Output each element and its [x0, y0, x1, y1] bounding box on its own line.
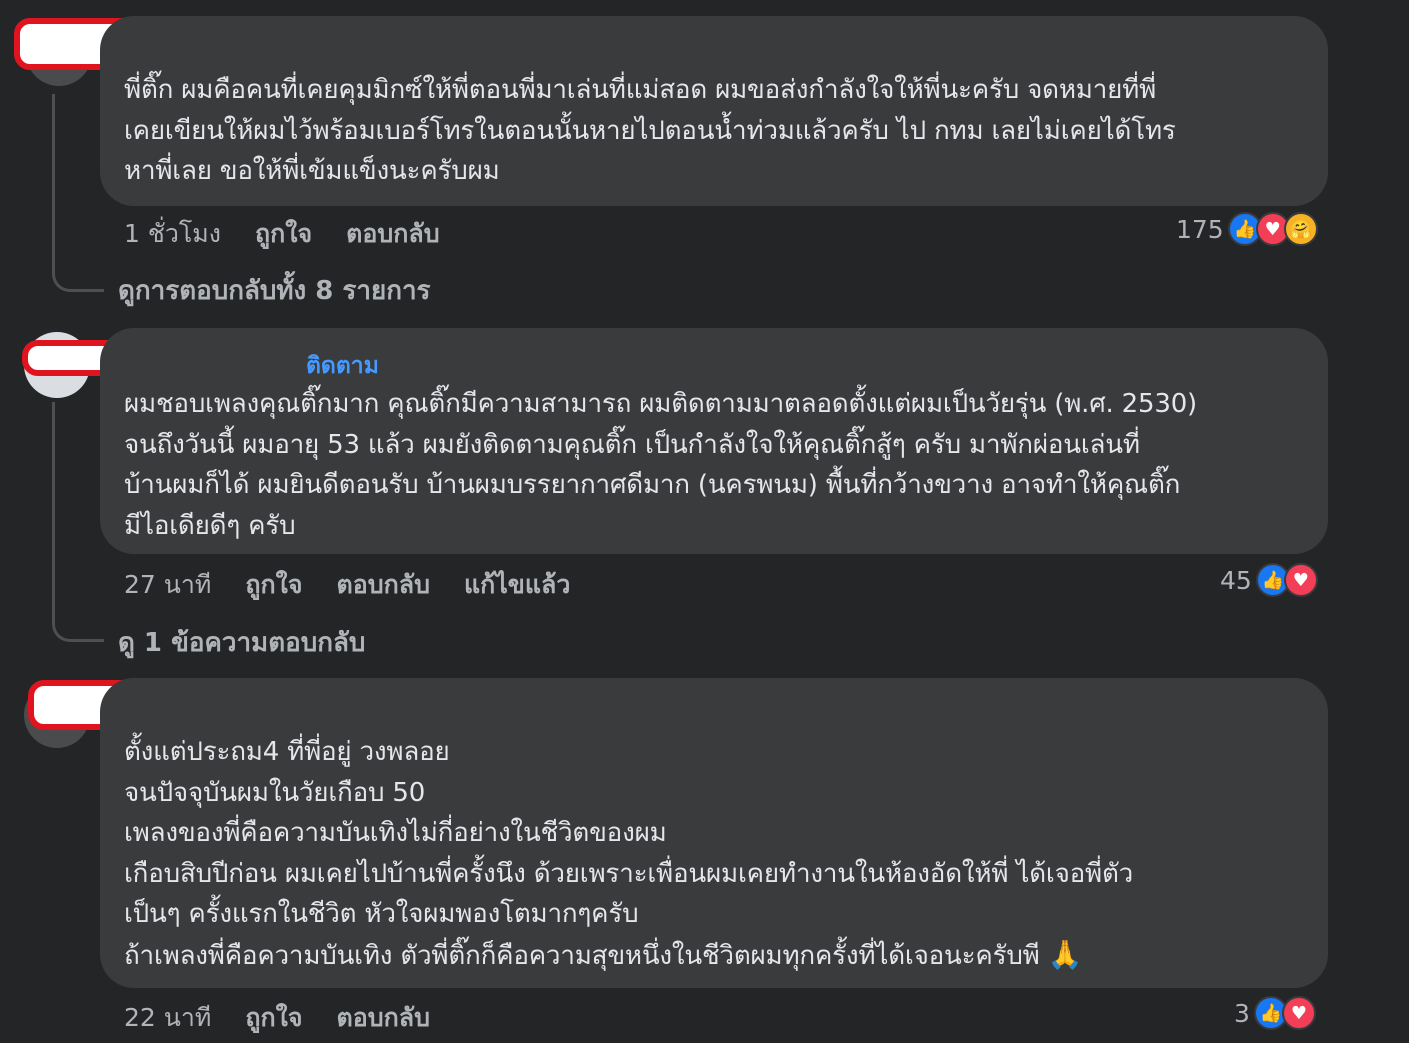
comment-bubble: ตั้งแต่ประถม4 ที่พี่อยู่ วงพลอย จนปัจจุบ… [100, 678, 1328, 988]
love-icon: ♥ [1283, 563, 1318, 597]
reply-button[interactable]: ตอบกลับ [337, 565, 430, 605]
comment-text-content: ตั้งแต่ประถม4 ที่พี่อยู่ วงพลอย จนปัจจุบ… [124, 737, 1134, 971]
comment-timestamp[interactable]: 22 นาที [124, 998, 211, 1038]
edited-label[interactable]: แก้ไขแล้ว [464, 565, 570, 605]
comment-actions: 27 นาที ถูกใจ ตอบกลับ แก้ไขแล้ว [124, 565, 604, 605]
follow-link[interactable]: ติดตาม [306, 348, 379, 384]
reaction-count: 45 [1220, 565, 1252, 595]
thread-connector [52, 94, 104, 292]
reaction-summary[interactable]: 45 👍 ♥ [1220, 563, 1318, 597]
love-icon: ♥ [1281, 996, 1316, 1030]
reaction-summary[interactable]: 3 👍 ♥ [1234, 996, 1316, 1030]
comment-text: ตั้งแต่ประถม4 ที่พี่อยู่ วงพลอย จนปัจจุบ… [124, 732, 1304, 976]
view-replies-link[interactable]: ดู 1 ข้อความตอบกลับ [118, 622, 365, 663]
reaction-count: 3 [1234, 998, 1250, 1028]
comment-bubble: ผมชอบเพลงคุณติ๊กมาก คุณติ๊กมีความสามารถ … [100, 328, 1328, 554]
pray-emoji: 🙏 [1047, 937, 1083, 971]
reaction-summary[interactable]: 175 👍 ♥ 🤗 [1176, 212, 1318, 246]
comment-text: พี่ติ๊ก ผมคือคนที่เคยคุมมิกซ์ให้พี่ตอนพี… [124, 75, 1176, 186]
comment-bubble: พี่ติ๊ก ผมคือคนที่เคยคุมมิกซ์ให้พี่ตอนพี… [100, 16, 1328, 206]
reply-button[interactable]: ตอบกลับ [337, 998, 430, 1038]
comment-timestamp[interactable]: 27 นาที [124, 565, 211, 605]
like-button[interactable]: ถูกใจ [255, 214, 312, 254]
like-button[interactable]: ถูกใจ [245, 565, 302, 605]
like-button[interactable]: ถูกใจ [245, 998, 302, 1038]
reply-button[interactable]: ตอบกลับ [346, 214, 439, 254]
reaction-count: 175 [1176, 214, 1224, 244]
view-replies-link[interactable]: ดูการตอบกลับทั้ง 8 รายการ [118, 270, 431, 311]
care-icon: 🤗 [1283, 212, 1318, 246]
comment-actions: 1 ชั่วโมง ถูกใจ ตอบกลับ [124, 214, 474, 254]
comment-actions: 22 นาที ถูกใจ ตอบกลับ [124, 998, 464, 1038]
thread-connector [52, 402, 104, 642]
comment-text: ผมชอบเพลงคุณติ๊กมาก คุณติ๊กมีความสามารถ … [124, 389, 1197, 541]
comment-timestamp[interactable]: 1 ชั่วโมง [124, 214, 221, 254]
